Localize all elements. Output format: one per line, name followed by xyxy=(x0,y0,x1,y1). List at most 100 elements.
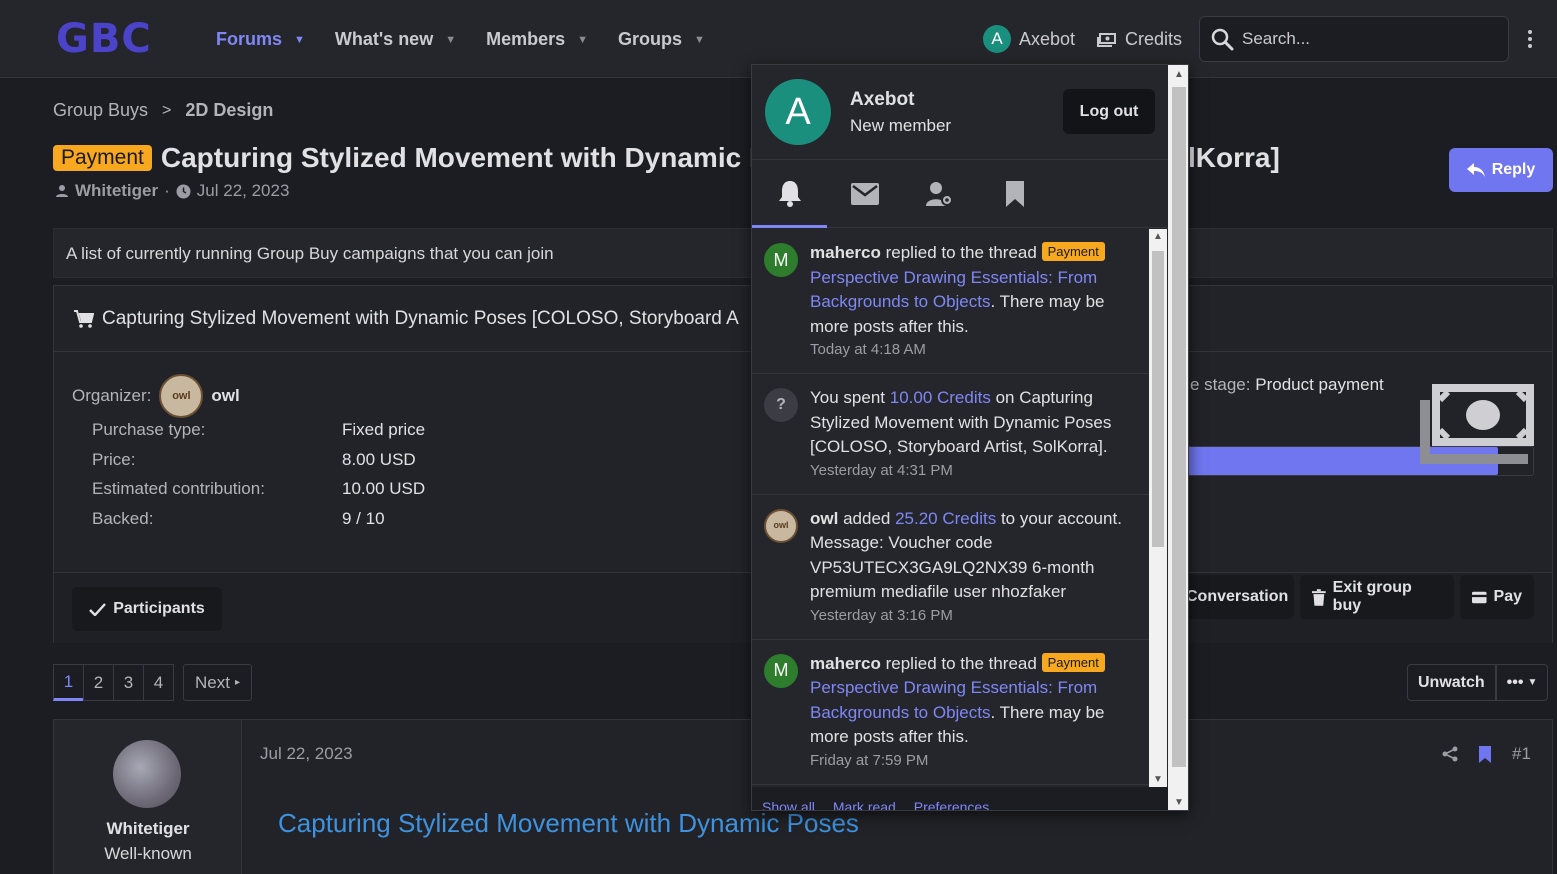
post-tools: #1 xyxy=(1442,744,1531,764)
unwatch-button[interactable]: Unwatch xyxy=(1407,664,1496,701)
notification-time: Yesterday at 3:16 PM xyxy=(810,606,953,624)
user-gear-icon xyxy=(925,182,953,206)
post-author-panel: Whitetiger Well-known xyxy=(54,720,242,874)
detail-row: Backed: 9 / 10 xyxy=(92,509,385,529)
check-icon xyxy=(89,602,107,616)
list-item[interactable]: M maherco replied to the thread Payment … xyxy=(752,640,1149,785)
group-buy-details: Purchase type: Fixed price Price: 8.00 USD… xyxy=(92,420,425,539)
credits-icon xyxy=(1097,32,1116,47)
detail-row: Estimated contribution: 10.00 USD xyxy=(92,479,426,499)
tab-account[interactable] xyxy=(902,160,977,228)
popup-scrollbar[interactable]: ▲ ▼ xyxy=(1168,65,1188,810)
notification-time: Yesterday at 4:31 PM xyxy=(810,461,953,479)
popup-user-role: New member xyxy=(850,116,952,135)
chevron-down-icon[interactable]: ▼ xyxy=(694,34,705,46)
thread-tools: Unwatch ••• ▼ xyxy=(1407,664,1549,701)
scroll-up-icon[interactable]: ▲ xyxy=(1149,231,1167,242)
breadcrumb-group-buys[interactable]: Group Buys xyxy=(53,100,148,121)
notification-scrollbar[interactable]: ▲ ▼ xyxy=(1149,229,1167,787)
post-author-name[interactable]: Whitetiger xyxy=(54,819,242,839)
search-input[interactable] xyxy=(1242,29,1482,49)
avatar[interactable]: A xyxy=(765,79,831,145)
breadcrumb-2d-design[interactable]: 2D Design xyxy=(185,100,273,121)
prefix-badge: Payment xyxy=(1041,652,1105,672)
scroll-down-icon[interactable]: ▼ xyxy=(1168,797,1188,808)
credits-link[interactable]: Credits xyxy=(1097,29,1182,50)
scroll-down-icon[interactable]: ▼ xyxy=(1149,774,1167,785)
pay-button[interactable]: Pay xyxy=(1460,575,1534,619)
bookmark-icon xyxy=(1005,181,1024,207)
popup-footer: Show all Mark read Preferences xyxy=(752,787,1168,810)
nav-groups[interactable]: Groups ▼ xyxy=(618,29,705,50)
post-author-role: Well-known xyxy=(104,844,192,863)
thread-title-row: Payment Capturing Stylized Movement with… xyxy=(53,142,785,174)
page-4[interactable]: 4 xyxy=(143,664,174,701)
main-nav: Forums ▼ What's new ▼ Members ▼ Groups ▼ xyxy=(216,29,735,50)
search-box[interactable] xyxy=(1199,16,1509,62)
show-all-link[interactable]: Show all xyxy=(762,799,815,810)
question-icon: ? xyxy=(764,388,798,422)
list-item[interactable]: owl owl added 25.20 Credits to your acco… xyxy=(752,495,1149,640)
organizer: Organizer: owl owl xyxy=(72,374,240,418)
list-item[interactable]: ? You spent 10.00 Credits on Capturing S… xyxy=(752,374,1149,495)
avatar[interactable]: owl xyxy=(764,508,798,543)
chevron-down-icon: ▼ xyxy=(1527,677,1538,688)
post-title: Capturing Stylized Movement with Dynamic… xyxy=(278,808,859,838)
scrollbar-thumb[interactable] xyxy=(1172,87,1186,767)
tab-bookmarks[interactable] xyxy=(977,160,1052,228)
popup-user-header: A Axebot New member Log out xyxy=(752,65,1188,160)
reply-button[interactable]: Reply xyxy=(1449,148,1553,192)
user-icon xyxy=(56,185,68,197)
detail-row: Price: 8.00 USD xyxy=(92,449,416,469)
preferences-link[interactable]: Preferences xyxy=(914,799,989,810)
avatar[interactable] xyxy=(113,740,181,808)
post-number[interactable]: #1 xyxy=(1512,744,1531,764)
site-logo[interactable]: GBC xyxy=(56,16,152,62)
avatar[interactable]: M xyxy=(764,653,798,688)
avatar[interactable]: M xyxy=(764,243,798,277)
nav-whats-new[interactable]: What's new ▼ xyxy=(335,29,456,50)
reply-icon xyxy=(1466,163,1485,177)
account-name: Axebot xyxy=(1019,28,1076,49)
more-options-icon[interactable] xyxy=(1524,30,1536,48)
log-out-button[interactable]: Log out xyxy=(1063,89,1155,134)
thread-date[interactable]: Jul 22, 2023 xyxy=(197,181,290,201)
page-3[interactable]: 3 xyxy=(113,664,144,701)
chevron-right-icon: ▸ xyxy=(234,677,240,688)
tab-alerts[interactable] xyxy=(752,160,827,228)
chevron-down-icon[interactable]: ▼ xyxy=(577,34,588,46)
list-item[interactable]: M maherco replied to the thread Payment … xyxy=(752,229,1149,374)
prefix-badge[interactable]: Payment xyxy=(53,145,152,171)
detail-row: Purchase type: Fixed price xyxy=(92,420,426,439)
popup-user-name[interactable]: Axebot xyxy=(850,89,914,111)
nav-members[interactable]: Members ▼ xyxy=(486,29,588,50)
thread-author[interactable]: Whitetiger xyxy=(75,181,158,201)
share-icon[interactable] xyxy=(1442,746,1458,762)
chevron-down-icon[interactable]: ▼ xyxy=(294,34,305,46)
nav-forums[interactable]: Forums ▼ xyxy=(216,29,305,50)
mark-read-link[interactable]: Mark read xyxy=(833,799,896,810)
next-page-button[interactable]: Next ▸ xyxy=(183,664,252,701)
organizer-avatar[interactable]: owl xyxy=(159,374,204,418)
account-link[interactable]: A Axebot xyxy=(983,25,1075,53)
scrollbar-thumb[interactable] xyxy=(1152,251,1164,547)
money-icon xyxy=(1420,384,1534,464)
bell-icon xyxy=(778,180,801,207)
bookmark-icon[interactable] xyxy=(1478,745,1492,763)
more-dots-icon: ••• xyxy=(1506,673,1524,691)
chevron-down-icon[interactable]: ▼ xyxy=(445,34,456,46)
breadcrumb: Group Buys > 2D Design xyxy=(53,100,273,121)
page-title: Capturing Stylized Movement with Dynamic… xyxy=(160,142,785,173)
organizer-name[interactable]: owl xyxy=(211,386,239,406)
pagination: 1 2 3 4 Next ▸ xyxy=(53,664,252,701)
tab-conversations[interactable] xyxy=(827,160,902,228)
thread-more-button[interactable]: ••• ▼ xyxy=(1495,664,1549,701)
mail-icon xyxy=(850,183,879,205)
page-1[interactable]: 1 xyxy=(53,664,84,701)
scroll-up-icon[interactable]: ▲ xyxy=(1168,69,1188,80)
participants-button[interactable]: Participants xyxy=(72,587,222,631)
conversation-button[interactable]: Conversation xyxy=(1184,575,1294,619)
post-date[interactable]: Jul 22, 2023 xyxy=(260,744,353,764)
exit-group-buy-button[interactable]: Exit group buy xyxy=(1300,575,1454,619)
page-2[interactable]: 2 xyxy=(83,664,114,701)
